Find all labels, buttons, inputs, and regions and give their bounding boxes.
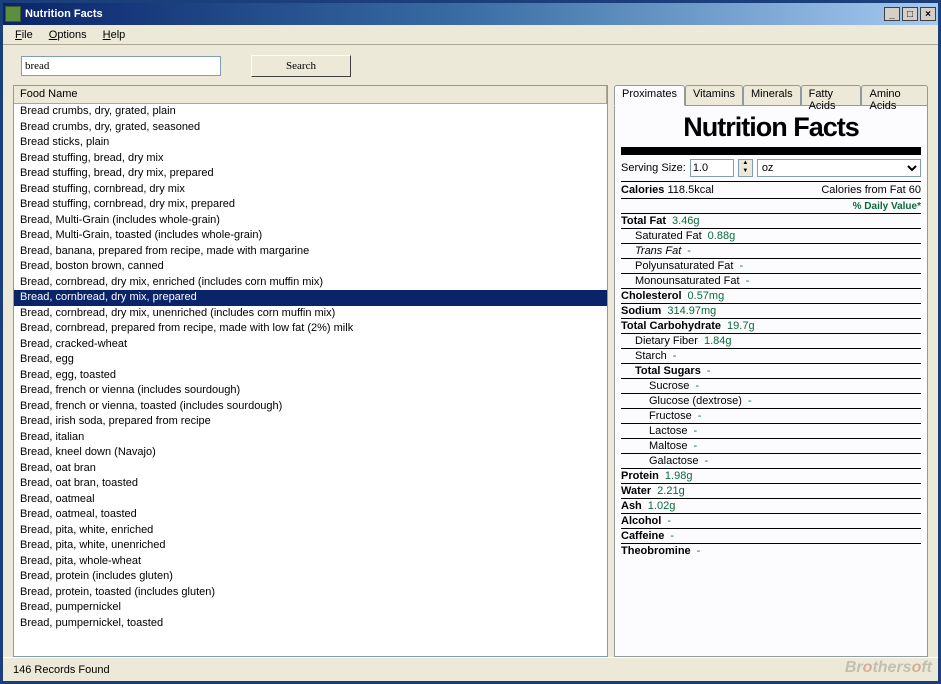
list-item[interactable]: Bread, egg (14, 352, 607, 368)
list-item[interactable]: Bread, pita, white, enriched (14, 523, 607, 539)
list-item[interactable]: Bread, cornbread, prepared from recipe, … (14, 321, 607, 337)
nutrition-row: Fructose- (621, 408, 921, 423)
list-item[interactable]: Bread, french or vienna (includes sourdo… (14, 383, 607, 399)
tab-amino-acids[interactable]: Amino Acids (861, 85, 928, 105)
search-input[interactable] (21, 56, 221, 76)
list-item[interactable]: Bread, Multi-Grain, toasted (includes wh… (14, 228, 607, 244)
tab-fatty-acids[interactable]: Fatty Acids (801, 85, 862, 105)
window-title: Nutrition Facts (25, 8, 884, 20)
list-item[interactable]: Bread, cornbread, dry mix, enriched (inc… (14, 275, 607, 291)
nutrition-row: Maltose- (621, 438, 921, 453)
nutrition-row: Protein1.98g (621, 468, 921, 483)
list-item[interactable]: Bread, cracked-wheat (14, 337, 607, 353)
nutrition-row: Caffeine- (621, 528, 921, 543)
list-item[interactable]: Bread stuffing, bread, dry mix (14, 151, 607, 167)
list-item[interactable]: Bread stuffing, cornbread, dry mix (14, 182, 607, 198)
list-item[interactable]: Bread, irish soda, prepared from recipe (14, 414, 607, 430)
list-item[interactable]: Bread, oatmeal (14, 492, 607, 508)
column-food-name[interactable]: Food Name (14, 86, 607, 103)
list-item[interactable]: Bread, egg, toasted (14, 368, 607, 384)
calories-value: 118.5kcal (667, 184, 713, 196)
list-item[interactable]: Bread, protein, toasted (includes gluten… (14, 585, 607, 601)
menu-file[interactable]: File (7, 27, 41, 43)
menu-bar: File Options Help (3, 25, 938, 45)
nutrition-title: Nutrition Facts (621, 112, 921, 145)
list-item[interactable]: Bread, Multi-Grain (includes whole-grain… (14, 213, 607, 229)
title-bar: Nutrition Facts _ □ × (3, 3, 938, 25)
nutrition-row: Trans Fat- (621, 243, 921, 258)
list-item[interactable]: Bread, cornbread, dry mix, unenriched (i… (14, 306, 607, 322)
menu-help[interactable]: Help (95, 27, 134, 43)
list-item[interactable]: Bread, kneel down (Navajo) (14, 445, 607, 461)
list-item[interactable]: Bread stuffing, bread, dry mix, prepared (14, 166, 607, 182)
search-button[interactable]: Search (251, 55, 351, 77)
list-item[interactable]: Bread, oatmeal, toasted (14, 507, 607, 523)
list-header[interactable]: Food Name (14, 86, 607, 104)
status-bar: 146 Records Found (3, 657, 938, 681)
list-item[interactable]: Bread, banana, prepared from recipe, mad… (14, 244, 607, 260)
tab-minerals[interactable]: Minerals (743, 85, 801, 105)
nutrition-row: Sodium314.97mg (621, 303, 921, 318)
food-list: Food Name Bread crumbs, dry, grated, pla… (13, 85, 608, 657)
list-item[interactable]: Bread, italian (14, 430, 607, 446)
nutrition-row: Starch- (621, 348, 921, 363)
nutrition-row: Total Sugars- (621, 363, 921, 378)
nutrition-row: Lactose- (621, 423, 921, 438)
nutrition-row: Water2.21g (621, 483, 921, 498)
list-item[interactable]: Bread, french or vienna, toasted (includ… (14, 399, 607, 415)
status-text: 146 Records Found (13, 664, 110, 676)
list-item[interactable]: Bread, pumpernickel (14, 600, 607, 616)
tab-proximates[interactable]: Proximates (614, 85, 685, 106)
nutrition-row: Total Fat3.46g (621, 213, 921, 228)
list-item[interactable]: Bread stuffing, cornbread, dry mix, prep… (14, 197, 607, 213)
nutrition-row: Theobromine- (621, 543, 921, 558)
menu-options[interactable]: Options (41, 27, 95, 43)
list-body[interactable]: Bread crumbs, dry, grated, plainBread cr… (14, 104, 607, 656)
nutrition-row: Sucrose- (621, 378, 921, 393)
nutrition-row: Monounsaturated Fat- (621, 273, 921, 288)
nutrition-row: Dietary Fiber1.84g (621, 333, 921, 348)
minimize-button[interactable]: _ (884, 7, 900, 21)
list-item[interactable]: Bread, protein (includes gluten) (14, 569, 607, 585)
list-item[interactable]: Bread, boston brown, canned (14, 259, 607, 275)
nutrition-row: Glucose (dextrose)- (621, 393, 921, 408)
tab-vitamins[interactable]: Vitamins (685, 85, 743, 105)
list-item[interactable]: Bread, pita, white, unenriched (14, 538, 607, 554)
watermark: Brothersoft (845, 659, 932, 677)
app-icon (5, 6, 21, 22)
calories-label: Calories (621, 184, 664, 196)
maximize-button[interactable]: □ (902, 7, 918, 21)
nutrition-row: Alcohol- (621, 513, 921, 528)
serving-size-input[interactable] (690, 159, 734, 177)
nutrition-row: Total Carbohydrate19.7g (621, 318, 921, 333)
list-item[interactable]: Bread, pumpernickel, toasted (14, 616, 607, 632)
list-item[interactable]: Bread, oat bran, toasted (14, 476, 607, 492)
serving-spinner[interactable]: ▲▼ (738, 159, 753, 177)
list-item[interactable]: Bread crumbs, dry, grated, seasoned (14, 120, 607, 136)
list-item[interactable]: Bread, oat bran (14, 461, 607, 477)
nutrition-row: Saturated Fat0.88g (621, 228, 921, 243)
list-item[interactable]: Bread, cornbread, dry mix, prepared (14, 290, 607, 306)
calories-from-fat: Calories from Fat 60 (821, 184, 921, 196)
nutrition-panel: Nutrition Facts Serving Size: ▲▼ oz Calo… (614, 105, 928, 657)
nutrition-row: Ash1.02g (621, 498, 921, 513)
divider (621, 147, 921, 155)
close-button[interactable]: × (920, 7, 936, 21)
list-item[interactable]: Bread sticks, plain (14, 135, 607, 151)
list-item[interactable]: Bread, pita, whole-wheat (14, 554, 607, 570)
daily-value-header: % Daily Value* (621, 200, 921, 213)
unit-select[interactable]: oz (757, 159, 921, 177)
serving-size-label: Serving Size: (621, 162, 686, 174)
nutrition-row: Galactose- (621, 453, 921, 468)
list-item[interactable]: Bread crumbs, dry, grated, plain (14, 104, 607, 120)
nutrition-row: Polyunsaturated Fat- (621, 258, 921, 273)
nutrition-row: Cholesterol0.57mg (621, 288, 921, 303)
